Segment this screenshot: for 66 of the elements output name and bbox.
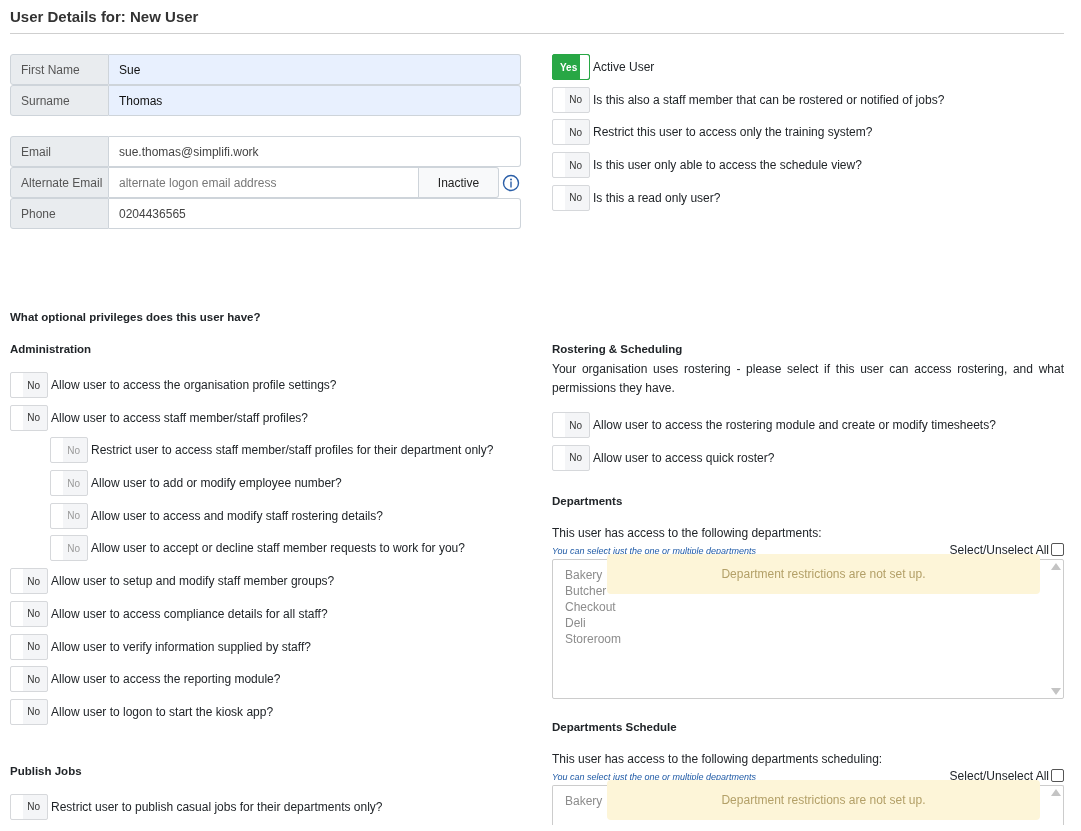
page-title: User Details for: New User (10, 7, 200, 27)
toggle-label: Restrict this user to access only the training system? (593, 124, 873, 142)
toggle-switch[interactable]: No (10, 793, 48, 820)
toggle-switch[interactable]: No (10, 404, 48, 431)
field-label: Surname (10, 85, 109, 116)
toggle-switch[interactable]: No (10, 568, 48, 595)
toggle-label: Allow user to logon to start the kiosk app? (51, 703, 274, 721)
toggle-switch[interactable]: No (552, 444, 590, 471)
input-field[interactable]: Sue (109, 54, 521, 85)
input-field[interactable]: Thomas (109, 85, 521, 116)
toggle-switch[interactable]: No (10, 698, 48, 725)
list-item: Butcher (565, 582, 607, 599)
intro-text: This user has access to the following departments scheduling: (552, 750, 884, 767)
section-heading: Administration (10, 342, 93, 357)
toggle-label: Restrict user to publish casual jobs for their departments only? (51, 798, 383, 816)
toggle-label: Is this user only able to access the schedule view? (593, 157, 862, 175)
toggle-label: Is this also a staff member that can be rostered or notified of jobs? (593, 91, 945, 109)
list-item: Deli (565, 614, 586, 631)
list-item: Bakery (565, 566, 603, 583)
field-label: First Name (10, 54, 109, 85)
section-heading: Rostering & Scheduling (552, 342, 684, 357)
list-item: Checkout (565, 598, 616, 615)
toggle-label: Allow user to access compliance details for all staff? (51, 605, 328, 623)
toggle-switch: No (50, 470, 88, 497)
toggle-label: Allow user to access quick roster? (593, 449, 775, 467)
section-heading: What optional privileges does this user have? (10, 310, 262, 325)
toggle-switch[interactable]: No (552, 119, 590, 146)
toggle-label: Allow user to access the organisation profile settings? (51, 377, 337, 394)
intro-text: This user has access to the following departments: (552, 524, 823, 541)
toggle-switch[interactable]: No (552, 152, 590, 179)
toggle-switch: No (50, 502, 88, 529)
toggle-label: Allow user to accept or decline staff member requests to work for you? (91, 540, 465, 558)
field-label: Alternate Email (10, 167, 109, 198)
toggle-label: Is this a read only user? (593, 189, 721, 207)
toggle-label: Allow user to access staff member/staff profiles? (51, 409, 308, 427)
toggle-label: Allow user to setup and modify staff member groups? (51, 573, 335, 591)
field-label: Email (10, 136, 109, 167)
toggle-label: Allow user to add or modify employee number? (91, 475, 342, 493)
field-label: Phone (10, 198, 109, 229)
toggle-switch[interactable]: No (10, 372, 48, 398)
toggle-switch[interactable]: No (552, 412, 590, 438)
toggle-switch[interactable]: No (10, 600, 48, 627)
toggle-switch: No (50, 535, 88, 562)
list-item: Storeroom (565, 630, 622, 647)
input-field[interactable]: 0204436565 (109, 198, 521, 229)
description-text: Your organisation uses rostering - please select if this user can access rostering, and what permissions they have. (552, 361, 1064, 397)
toggle-label: Allow user to access the reporting module? (51, 671, 281, 689)
toggle-switch: No (50, 437, 88, 464)
toggle-label: Allow user to verify information supplied by staff? (51, 638, 311, 656)
toggle-switch[interactable]: No (552, 86, 590, 113)
notice-banner: Department restrictions are not set up. (607, 779, 1040, 820)
toggle-switch[interactable]: No (10, 633, 48, 660)
section-heading: Departments Schedule (552, 719, 678, 735)
toggle-label: Allow user to access the rostering module and create or modify timesheets? (593, 417, 996, 434)
toggle-label: Restrict user to access staff member/staff profiles for their department only? (91, 442, 494, 460)
input-field[interactable]: alternate logon email address (109, 167, 419, 198)
notice-banner: Department restrictions are not set up. (607, 553, 1040, 594)
list-item: Bakery (565, 792, 603, 809)
toggle-switch[interactable]: No (552, 184, 590, 211)
input-field[interactable]: sue.thomas@simplifi.work (109, 136, 521, 167)
section-heading: Departments (552, 493, 624, 509)
toggle-label: Allow user to access and modify staff rostering details? (91, 507, 383, 525)
toggle-switch[interactable]: No (10, 666, 48, 693)
section-heading: Publish Jobs (10, 763, 83, 779)
info-icon[interactable] (502, 173, 520, 192)
toggle-label: Active User (593, 59, 655, 76)
